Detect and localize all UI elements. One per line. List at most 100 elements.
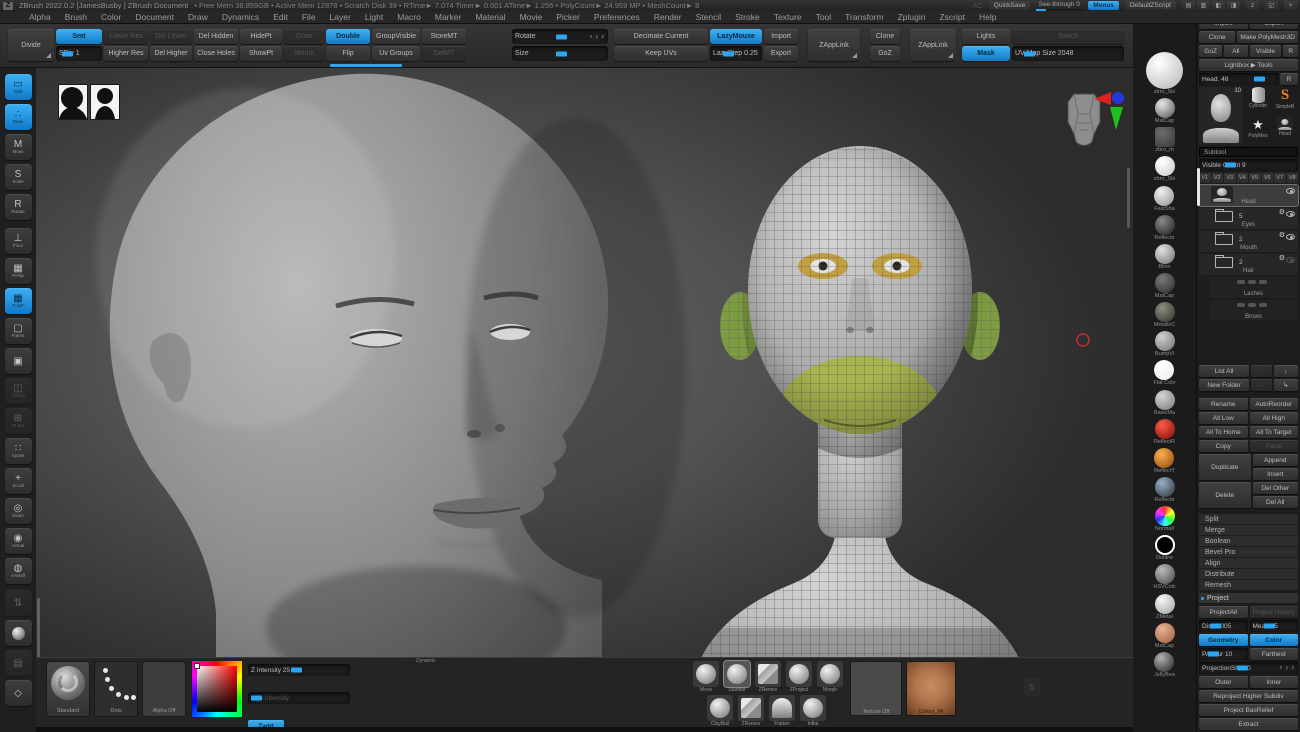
material-item[interactable]: zbro_m [1155,127,1175,154]
menu-item[interactable]: Alpha [22,12,58,22]
reproject-higher-subdiv-button[interactable]: Reproject Higher Subdiv [1199,690,1298,702]
delete-button[interactable]: Delete [1199,482,1251,508]
eye-visibility-icon[interactable] [1286,211,1295,217]
menu-item[interactable]: Zplugin [891,12,933,22]
tool-clone-button[interactable]: Clone [1199,31,1235,43]
project-basrelief-button[interactable]: Project BasRelief [1199,704,1298,716]
xyz-axis-marker[interactable]: x y z [590,34,605,40]
eye-visibility-icon[interactable] [1286,188,1295,194]
material-item[interactable]: Blinn [1155,244,1175,271]
close-button[interactable]: × [1284,1,1297,10]
left-tool-button[interactable]: ▦ Persp [5,258,32,284]
shelf-button[interactable]: Flip [326,46,370,61]
left-tool-button[interactable]: R Rotate [5,194,32,220]
menu-item[interactable]: Texture [767,12,809,22]
shelf-button[interactable]: Del Lower [150,29,192,44]
left-tool-button[interactable]: ◫ Transp [5,378,32,404]
active-material[interactable]: zbro_Ski [1146,52,1183,96]
menu-item[interactable]: Preferences [587,12,647,22]
menu-item[interactable]: Zscript [932,12,972,22]
left-tool-button[interactable]: ∴ Draw [5,104,32,130]
subtool-row[interactable]: 5 ⚙ Eyes [1199,208,1298,229]
left-tool-button[interactable]: S Scale [5,164,32,190]
color-toggle[interactable]: Color [1250,634,1299,646]
material-sphere[interactable] [1155,506,1175,526]
menu-item[interactable]: Macro [390,12,428,22]
xyz-axis-marker[interactable]: x y z [1280,665,1295,671]
shelf-button[interactable]: Del Hidden [194,29,238,44]
material-item[interactable]: HSVColc [1153,564,1175,591]
left-tool-button[interactable]: ⇅ [5,590,32,616]
subtool-action-button[interactable]: All High [1250,412,1299,424]
left-tool-button[interactable]: ▦ PolyF [5,288,32,314]
subtool-section-row[interactable]: Split [1199,514,1298,525]
menu-item[interactable]: Transform [838,12,890,22]
move-up-icon[interactable]: ↑ [1251,365,1272,377]
left-tool-button[interactable]: ◍ AAHalf [5,558,32,584]
left-tool-button[interactable]: ▢ Frame [5,318,32,344]
quick-brush[interactable]: Standar [723,661,751,693]
projection-shell-slider[interactable]: ProjectionShell 0 x y z [1199,662,1298,674]
all-button[interactable]: All [1224,45,1247,57]
insert-button[interactable]: Insert [1253,468,1299,480]
subtool-section-row[interactable]: Bevel Pro [1199,547,1298,558]
left-tool-button[interactable]: ◉ Actual [5,528,32,554]
menus-button[interactable]: Menus [1088,1,1119,10]
mean-slider[interactable]: Mean 25 [1250,620,1299,632]
subtool-row[interactable]: ⚙ Lashes [1209,277,1298,298]
subtool-row[interactable]: 2 ⚙ Hair [1199,254,1298,275]
left-tool-button[interactable]: ∷ Xpose [5,438,32,464]
shelf-button[interactable]: UV Map Size 2048 [1012,46,1124,61]
material-sphere[interactable] [1155,273,1175,293]
shelf-button[interactable]: Decimate Current [614,29,708,44]
subtool-tab[interactable]: V3 [1224,173,1236,183]
material-item[interactable]: Outline [1155,535,1175,562]
shelf-button[interactable]: Clone [870,29,900,44]
material-item[interactable]: ReflectR [1154,419,1175,446]
material-sphere[interactable] [1155,215,1175,235]
material-item[interactable]: ZMetal [1155,594,1175,621]
project-history-button[interactable]: Project History [1250,606,1299,618]
folder-icon[interactable] [1215,211,1233,222]
colour-8k-texture-thumb[interactable]: Colour_8k [906,661,956,716]
shelf-button[interactable]: Close Holes [194,46,238,61]
menu-item[interactable]: Document [128,12,181,22]
shelf-button[interactable]: GoZ [870,46,900,61]
dist-slider[interactable]: Dist 0.005 [1199,620,1248,632]
rgb-intensity-slider[interactable]: Rgb Intensity [248,692,350,704]
shelf-button[interactable]: SDiv 1 [56,46,102,61]
projectall-button[interactable]: ProjectAll [1199,606,1248,618]
left-tool-button[interactable]: ▭ Edit [5,74,32,100]
axis-gizmo[interactable] [1094,90,1130,137]
shelf-button[interactable]: ZAppLink [808,29,860,61]
head-subdiv-slider[interactable]: Head. 48 [1199,73,1278,85]
folder-icon[interactable] [1215,257,1233,268]
tool-thumb-cylinder[interactable]: Cylinder [1245,87,1271,116]
shelf-button[interactable]: ZAppLink [910,29,956,61]
left-tool-button[interactable]: ▤ [5,650,32,676]
menu-item[interactable]: Light [358,12,390,22]
sculpt-canvas[interactable]: ▲▼ [36,68,1133,732]
quick-brush[interactable]: ZRemes [754,661,782,693]
subtool-action-button[interactable]: All To Home [1199,426,1248,438]
left-tool-button[interactable]: ⊥ Floor [5,228,32,254]
menu-item[interactable]: Brush [58,12,94,22]
restore-button[interactable]: ◱ [1265,1,1278,10]
quick-brush[interactable]: Inflat [799,695,827,727]
move-down-icon[interactable]: ↓ [1274,365,1298,377]
material-item[interactable]: ReflectY [1154,448,1175,475]
material-sphere[interactable] [1154,360,1174,380]
divide-button[interactable]: Divide [8,29,54,61]
subtool-header[interactable]: Subtool [1199,147,1298,157]
append-button[interactable]: Append [1253,454,1299,466]
shelf-button[interactable]: Rotate x y z [512,29,608,44]
quick-brush[interactable]: ZProject [785,661,813,693]
quicksave-button[interactable]: QuickSave [989,1,1030,10]
menu-item[interactable]: Marker [428,12,468,22]
tool-thumb-simplebrush[interactable]: S SimpleB [1272,87,1298,116]
subtool-row[interactable]: 2 ⚙ Mouth [1199,231,1298,252]
shelf-button[interactable]: Export [764,46,798,61]
z-intensity-slider[interactable]: Z Intensity 25 [248,664,350,676]
fold-down-icon[interactable]: ↳ [1274,379,1298,391]
subtool-tab[interactable]: V5 [1249,173,1261,183]
